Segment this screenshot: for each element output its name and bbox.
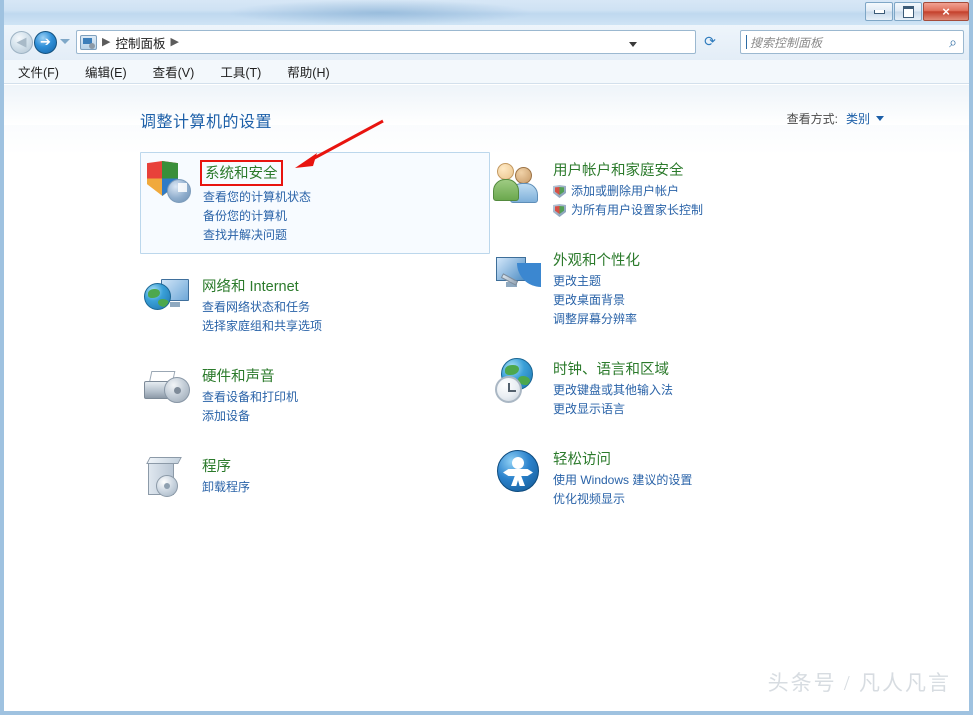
category-title[interactable]: 程序 — [202, 455, 250, 476]
category-user-accounts-family-safety[interactable]: 用户帐户和家庭安全 添加或删除用户帐户 为所有用户设置家长控制 — [491, 152, 841, 228]
appearance-monitor-palette-icon — [495, 249, 543, 297]
view-by-value[interactable]: 类别 — [846, 110, 870, 127]
category-hardware-and-sound[interactable]: 硬件和声音 查看设备和打印机 添加设备 — [140, 358, 490, 434]
link-change-desktop-background[interactable]: 更改桌面背景 — [553, 291, 640, 310]
users-icon — [493, 159, 543, 207]
link-view-devices-and-printers[interactable]: 查看设备和打印机 — [202, 388, 298, 407]
maximize-icon — [902, 5, 914, 18]
software-box-icon — [144, 455, 192, 503]
history-dropdown-icon[interactable] — [60, 39, 70, 44]
link-label: 添加或删除用户帐户 — [571, 184, 680, 198]
link-label: 为所有用户设置家长控制 — [571, 203, 704, 217]
shield-security-icon — [145, 160, 193, 208]
category-title[interactable]: 网络和 Internet — [202, 275, 322, 296]
link-change-display-language[interactable]: 更改显示语言 — [553, 400, 673, 419]
category-body: 时钟、语言和区域 更改键盘或其他输入法 更改显示语言 — [553, 357, 673, 419]
menu-item-tools[interactable]: 工具(T) — [220, 62, 261, 81]
address-bar[interactable]: ▶ 控制面板 ▶ — [76, 30, 696, 54]
category-programs[interactable]: 程序 卸载程序 — [140, 448, 490, 511]
forward-button[interactable]: ➔ — [34, 31, 57, 54]
clock-globe-icon — [495, 358, 543, 406]
refresh-button[interactable]: ⟳ — [698, 30, 722, 54]
breadcrumb-control-panel[interactable]: 控制面板 — [115, 33, 165, 52]
link-homegroup-sharing-options[interactable]: 选择家庭组和共享选项 — [202, 317, 322, 336]
view-by-label: 查看方式: — [786, 112, 838, 126]
link-change-keyboard-input[interactable]: 更改键盘或其他输入法 — [553, 381, 673, 400]
network-globe-monitor-icon — [144, 275, 192, 323]
control-panel-window: × ◀ ➔ ▶ 控制面板 ▶ ⟳ 搜索控制面板 ⌕ 文件(F) 编辑(E) 查看 — [0, 0, 973, 715]
link-change-theme[interactable]: 更改主题 — [553, 272, 640, 291]
link-backup-computer[interactable]: 备份您的计算机 — [203, 207, 311, 226]
view-by-selector[interactable]: 查看方式: 类别 — [787, 110, 884, 127]
link-add-remove-user-accounts[interactable]: 添加或删除用户帐户 — [553, 182, 703, 201]
category-title[interactable]: 用户帐户和家庭安全 — [553, 159, 703, 180]
category-network-and-internet[interactable]: 网络和 Internet 查看网络状态和任务 选择家庭组和共享选项 — [140, 268, 490, 344]
category-title[interactable]: 系统和安全 — [200, 160, 283, 186]
link-adjust-screen-resolution[interactable]: 调整屏幕分辨率 — [553, 310, 640, 329]
category-appearance-personalization[interactable]: 外观和个性化 更改主题 更改桌面背景 调整屏幕分辨率 — [491, 242, 841, 337]
link-setup-parental-controls[interactable]: 为所有用户设置家长控制 — [553, 201, 703, 220]
category-ease-of-access[interactable]: 轻松访问 使用 Windows 建议的设置 优化视频显示 — [491, 441, 841, 517]
watermark: 头条号 / 凡人凡言 — [767, 671, 951, 695]
address-dropdown-icon[interactable] — [629, 42, 637, 47]
category-body: 用户帐户和家庭安全 添加或删除用户帐户 为所有用户设置家长控制 — [553, 158, 703, 220]
search-box[interactable]: 搜索控制面板 ⌕ — [740, 30, 964, 54]
menu-item-file[interactable]: 文件(F) — [18, 62, 59, 81]
ease-of-access-icon — [495, 448, 543, 496]
link-view-network-status[interactable]: 查看网络状态和任务 — [202, 298, 322, 317]
minimize-icon — [873, 9, 885, 14]
category-column-left: 系统和安全 查看您的计算机状态 备份您的计算机 查找并解决问题 网络和 Inte… — [140, 152, 490, 525]
maximize-button[interactable] — [894, 2, 922, 21]
category-clock-language-region[interactable]: 时钟、语言和区域 更改键盘或其他输入法 更改显示语言 — [491, 351, 841, 427]
search-icon: ⌕ — [949, 35, 957, 51]
category-title[interactable]: 轻松访问 — [553, 448, 692, 469]
menu-bar: 文件(F) 编辑(E) 查看(V) 工具(T) 帮助(H) — [4, 60, 969, 84]
close-icon: × — [942, 4, 950, 19]
chevron-down-icon[interactable] — [876, 116, 884, 121]
category-title[interactable]: 硬件和声音 — [202, 365, 298, 386]
category-system-and-security[interactable]: 系统和安全 查看您的计算机状态 备份您的计算机 查找并解决问题 — [140, 152, 490, 254]
breadcrumb-separator-1: ▶ — [102, 35, 111, 48]
shield-icon — [553, 185, 566, 198]
window-controls: × — [864, 2, 969, 22]
forward-arrow-icon: ➔ — [40, 35, 51, 50]
link-find-and-fix-problems[interactable]: 查找并解决问题 — [203, 226, 311, 245]
control-panel-icon — [80, 34, 97, 50]
link-uninstall-program[interactable]: 卸载程序 — [202, 478, 250, 497]
link-use-windows-suggested-settings[interactable]: 使用 Windows 建议的设置 — [553, 471, 692, 490]
link-optimize-visual-display[interactable]: 优化视频显示 — [553, 490, 692, 509]
menu-item-help[interactable]: 帮助(H) — [287, 62, 329, 81]
printer-device-icon — [144, 365, 192, 413]
category-column-right: 用户帐户和家庭安全 添加或删除用户帐户 为所有用户设置家长控制 外观和个性化 更… — [491, 152, 841, 531]
minimize-button[interactable] — [865, 2, 893, 21]
menu-item-view[interactable]: 查看(V) — [153, 62, 195, 81]
category-title[interactable]: 外观和个性化 — [553, 249, 640, 270]
title-bar: × — [4, 0, 969, 26]
link-check-computer-status[interactable]: 查看您的计算机状态 — [203, 188, 311, 207]
navigation-bar: ◀ ➔ ▶ 控制面板 ▶ ⟳ 搜索控制面板 ⌕ — [4, 25, 969, 61]
page-title: 调整计算机的设置 — [140, 114, 273, 131]
category-body: 系统和安全 查看您的计算机状态 备份您的计算机 查找并解决问题 — [200, 159, 311, 245]
title-bar-glow — [230, 0, 530, 25]
menu-item-edit[interactable]: 编辑(E) — [85, 62, 127, 81]
category-title[interactable]: 时钟、语言和区域 — [553, 358, 673, 379]
search-caret — [746, 35, 747, 49]
category-body: 轻松访问 使用 Windows 建议的设置 优化视频显示 — [553, 447, 692, 509]
back-arrow-icon: ◀ — [16, 35, 27, 50]
category-body: 网络和 Internet 查看网络状态和任务 选择家庭组和共享选项 — [202, 274, 322, 336]
back-button[interactable]: ◀ — [10, 31, 33, 54]
category-body: 硬件和声音 查看设备和打印机 添加设备 — [202, 364, 298, 426]
search-input[interactable]: 搜索控制面板 — [750, 34, 822, 51]
shield-icon — [553, 204, 566, 217]
category-body: 程序 卸载程序 — [202, 454, 250, 497]
link-add-device[interactable]: 添加设备 — [202, 407, 298, 426]
category-body: 外观和个性化 更改主题 更改桌面背景 调整屏幕分辨率 — [553, 248, 640, 329]
close-button[interactable]: × — [923, 2, 969, 21]
breadcrumb-separator-2[interactable]: ▶ — [170, 36, 178, 48]
